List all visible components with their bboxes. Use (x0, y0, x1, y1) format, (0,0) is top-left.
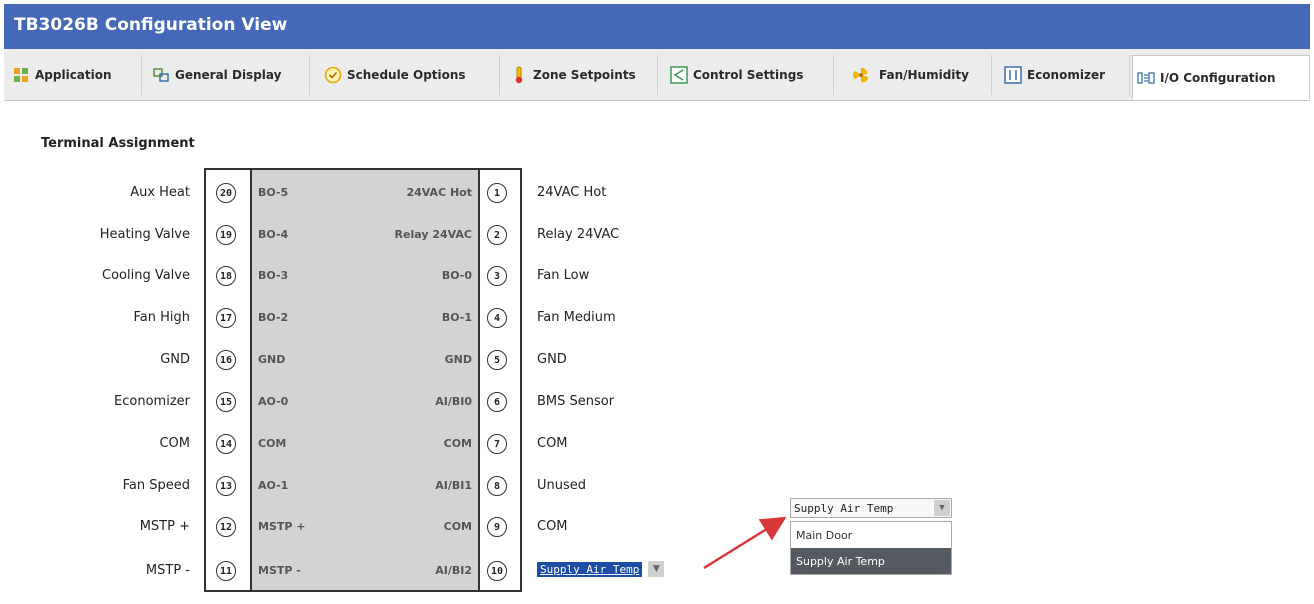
dropdown-popup: Supply Air Temp ▼ Main Door Supply Air T… (790, 498, 952, 575)
dropdown-options: Main Door Supply Air Temp (790, 521, 952, 575)
dropdown-option-main-door[interactable]: Main Door (791, 522, 951, 548)
dropdown-option-supply-air-temp[interactable]: Supply Air Temp (791, 548, 951, 574)
dropdown-current[interactable]: Supply Air Temp ▼ (790, 498, 952, 518)
chevron-down-icon[interactable]: ▼ (934, 500, 950, 516)
callout-arrow (703, 516, 787, 570)
dropdown-current-value: Supply Air Temp (794, 501, 894, 515)
